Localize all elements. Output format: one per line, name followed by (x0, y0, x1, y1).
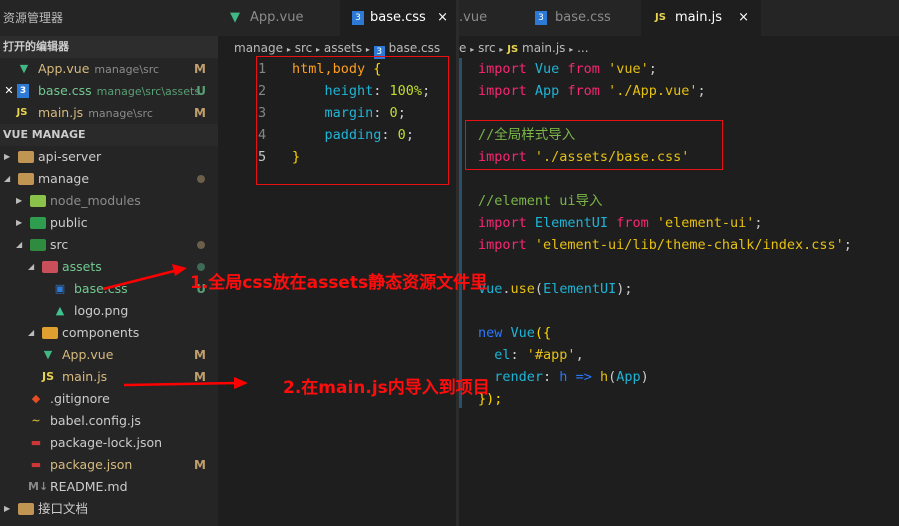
annotation-arrows (102, 264, 248, 389)
arrow-1 (102, 268, 179, 291)
arrow-2 (123, 381, 237, 387)
arrowhead-icon (234, 377, 248, 389)
arrowhead-icon (172, 264, 187, 276)
annotation-note-1: 1.全局css放在assets静态资源文件里 (190, 273, 488, 293)
annotation-note-2: 2.在main.js内导入到项目 (283, 378, 490, 398)
